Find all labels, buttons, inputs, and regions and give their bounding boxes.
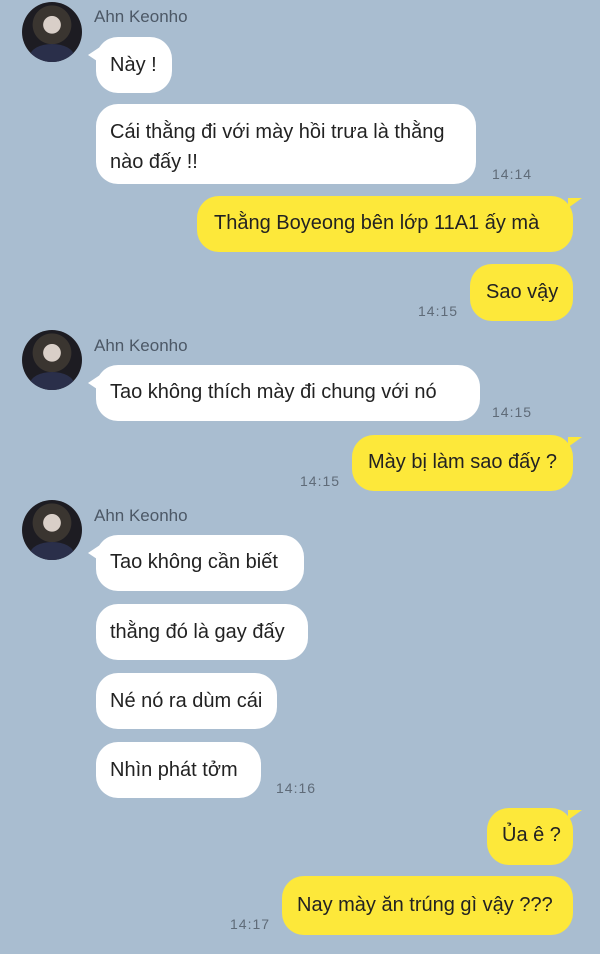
message-text: Mày bị làm sao đấy ?: [368, 451, 557, 473]
message-time: 14:15: [300, 473, 341, 489]
contact-avatar[interactable]: [22, 500, 82, 560]
sender-name: Ahn Keonho: [94, 506, 188, 525]
outgoing-message[interactable]: Ủa ê ?: [487, 808, 582, 865]
message-text: Tao không thích mày đi chung với nó: [110, 381, 437, 403]
message-text: Này !: [110, 54, 157, 76]
message-time: 14:16: [276, 780, 317, 796]
message-time: 14:17: [230, 916, 271, 932]
contact-avatar[interactable]: [22, 2, 82, 62]
incoming-message[interactable]: thằng đó là gay đấy: [96, 604, 308, 660]
message-text: Nhìn phát tởm: [110, 759, 238, 781]
message-text: nào đấy !!: [110, 151, 198, 173]
message-text: Thằng Boyeong bên lớp 11A1 ấy mà: [214, 212, 540, 234]
outgoing-message[interactable]: Sao vậy: [470, 264, 573, 321]
message-text: Nay mày ăn trúng gì vậy ???: [297, 894, 553, 916]
incoming-message[interactable]: Né nó ra dùm cái: [96, 673, 277, 729]
message-time: 14:14: [492, 166, 533, 182]
incoming-message[interactable]: Cái thằng đi với mày hồi trưa là thằng n…: [96, 104, 476, 184]
incoming-message[interactable]: Này !: [88, 37, 172, 93]
sender-name: Ahn Keonho: [94, 7, 188, 26]
message-time: 14:15: [418, 303, 459, 319]
contact-avatar[interactable]: [22, 330, 82, 390]
outgoing-message[interactable]: Nay mày ăn trúng gì vậy ???: [282, 876, 573, 935]
outgoing-message[interactable]: Thằng Boyeong bên lớp 11A1 ấy mà: [197, 196, 582, 252]
message-text: Ủa ê ?: [502, 824, 561, 846]
outgoing-message[interactable]: Mày bị làm sao đấy ?: [352, 435, 582, 491]
message-text: Tao không cần biết: [110, 551, 278, 573]
message-text: Sao vậy: [486, 281, 559, 303]
incoming-message[interactable]: Tao không cần biết: [88, 535, 304, 591]
incoming-message[interactable]: Nhìn phát tởm: [96, 742, 261, 798]
incoming-message[interactable]: Tao không thích mày đi chung với nó: [88, 365, 480, 421]
sender-name: Ahn Keonho: [94, 336, 188, 355]
message-text: Cái thằng đi với mày hồi trưa là thằng: [110, 121, 445, 143]
message-time: 14:15: [492, 404, 533, 420]
message-text: thằng đó là gay đấy: [110, 621, 285, 643]
message-text: Né nó ra dùm cái: [110, 690, 263, 712]
